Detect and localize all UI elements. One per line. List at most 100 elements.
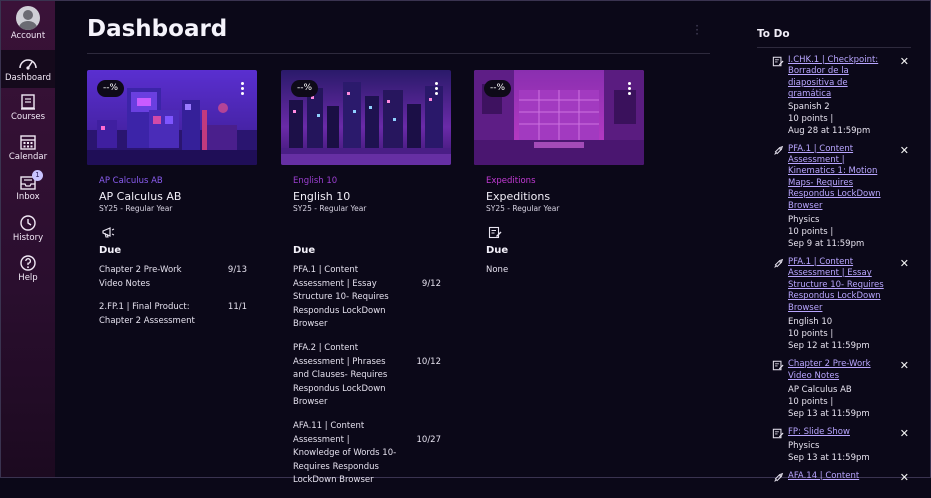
dashboard-options-icon[interactable]: · · · bbox=[693, 20, 701, 40]
nav-dashboard[interactable]: Dashboard bbox=[1, 50, 55, 88]
todo-item-link[interactable]: PFA.1 | Content Assessment | Essay Struc… bbox=[788, 257, 888, 314]
announcements-button[interactable] bbox=[101, 224, 257, 238]
todo-item-points: 10 points | bbox=[788, 396, 834, 407]
card-actions-empty bbox=[295, 224, 451, 238]
due-item-date: 9/13 bbox=[227, 265, 247, 275]
assignments-button[interactable] bbox=[488, 224, 644, 239]
nav-label: Courses bbox=[10, 112, 46, 122]
nav-help[interactable]: Help bbox=[1, 254, 55, 288]
course-card-image[interactable]: --% bbox=[474, 70, 644, 165]
announcement-icon bbox=[102, 227, 115, 238]
course-code-link[interactable]: English 10 bbox=[293, 176, 451, 186]
due-item-title[interactable]: 2.FP.1 | Final Product: Chapter 2 Assess… bbox=[99, 301, 203, 328]
due-list: PFA.1 | Content Assessment | Essay Struc… bbox=[293, 264, 441, 488]
dismiss-icon[interactable]: ✕ bbox=[900, 144, 909, 157]
todo-item: ✕ I.CHK.1 | Checkpoint: Borrador de la d… bbox=[757, 55, 911, 137]
due-heading: Due bbox=[99, 245, 122, 256]
course-term: SY25 - Regular Year bbox=[486, 204, 560, 213]
nav-courses[interactable]: Courses bbox=[1, 93, 55, 127]
todo-item: ✕ FP: Slide Show Physics Sep 13 at 11:59… bbox=[757, 427, 911, 464]
course-card-image[interactable]: --% bbox=[87, 70, 257, 165]
dashboard-icon bbox=[19, 59, 37, 70]
nav-history[interactable]: History bbox=[1, 214, 55, 248]
due-item[interactable]: 2.FP.1 | Final Product: Chapter 2 Assess… bbox=[99, 301, 247, 328]
todo-item-course: Physics bbox=[788, 215, 820, 226]
course-card[interactable]: --% English 10 English 10 SY25 - Regular… bbox=[281, 70, 451, 498]
todo-item-due: Sep 12 at 11:59pm bbox=[788, 341, 870, 352]
todo-item-due: Sep 13 at 11:59pm bbox=[788, 408, 870, 419]
todo-item-link[interactable]: AFA.14 | Content bbox=[788, 471, 888, 482]
due-item-title[interactable]: PFA.1 | Content Assessment | Essay Struc… bbox=[293, 264, 397, 332]
todo-divider bbox=[757, 47, 911, 48]
due-list: Chapter 2 Pre-Work Video Notes 9/13 2.FP.… bbox=[99, 264, 247, 328]
due-item[interactable]: PFA.2 | Content Assessment | Phrases and… bbox=[293, 342, 441, 410]
card-options-icon[interactable] bbox=[435, 82, 439, 95]
grade-pill: --% bbox=[484, 80, 512, 97]
course-code-link[interactable]: AP Calculus AB bbox=[99, 176, 257, 186]
todo-item-link[interactable]: Chapter 2 Pre-Work Video Notes bbox=[788, 359, 888, 382]
nav-label: Calendar bbox=[8, 152, 48, 162]
todo-item-points: 10 points | bbox=[788, 113, 834, 124]
todo-item: ✕ PFA.1 | Content Assessment | Kinematic… bbox=[757, 144, 911, 250]
global-nav: Account Dashboard Courses Calendar 1 Inb… bbox=[1, 1, 55, 477]
todo-item-link[interactable]: PFA.1 | Content Assessment | Kinematics … bbox=[788, 144, 888, 212]
page-title: Dashboard bbox=[87, 16, 228, 42]
todo-item: ✕ Chapter 2 Pre-Work Video Notes AP Calc… bbox=[757, 359, 911, 420]
todo-item-link[interactable]: FP: Slide Show bbox=[788, 427, 888, 438]
courses-icon bbox=[21, 94, 35, 110]
course-card[interactable]: --% AP Calculus AB AP Calculus AB SY25 -… bbox=[87, 70, 257, 338]
avatar-icon bbox=[16, 6, 40, 30]
todo-item-due: Aug 28 at 11:59pm bbox=[788, 125, 871, 136]
course-name: English 10 bbox=[293, 190, 351, 203]
dismiss-icon[interactable]: ✕ bbox=[900, 427, 909, 440]
todo-item-course: Spanish 2 bbox=[788, 101, 830, 112]
quiz-icon bbox=[774, 473, 784, 483]
due-item-title[interactable]: PFA.2 | Content Assessment | Phrases and… bbox=[293, 342, 397, 410]
assignment-icon bbox=[772, 428, 784, 439]
course-name: Expeditions bbox=[486, 190, 551, 203]
due-item-date: 11/1 bbox=[227, 302, 247, 313]
nav-calendar[interactable]: Calendar bbox=[1, 133, 55, 167]
due-item-date: 9/12 bbox=[421, 279, 441, 289]
todo-item-points: 10 points | bbox=[788, 329, 834, 340]
course-code-link[interactable]: Expeditions bbox=[486, 176, 644, 186]
todo-heading: To Do bbox=[757, 28, 790, 40]
due-none-text: None bbox=[486, 265, 509, 275]
course-name: AP Calculus AB bbox=[99, 190, 182, 203]
course-term: SY25 - Regular Year bbox=[99, 204, 173, 213]
todo-item-course: AP Calculus AB bbox=[788, 384, 852, 395]
due-item-title[interactable]: Chapter 2 Pre-Work Video Notes bbox=[99, 264, 203, 291]
dismiss-icon[interactable]: ✕ bbox=[900, 55, 909, 68]
title-divider bbox=[87, 53, 710, 54]
assignment-icon bbox=[772, 360, 784, 371]
course-card[interactable]: --% Expeditions Expeditions SY25 - Regul… bbox=[474, 70, 644, 288]
card-options-icon[interactable] bbox=[628, 82, 632, 95]
dismiss-icon[interactable]: ✕ bbox=[900, 359, 909, 372]
assignment-icon bbox=[488, 226, 502, 239]
todo-item: ✕ AFA.14 | Content bbox=[757, 471, 911, 484]
due-list: None bbox=[486, 264, 634, 278]
due-item-date: 10/12 bbox=[416, 356, 442, 367]
todo-item-points: 10 points | bbox=[788, 227, 834, 238]
nav-inbox[interactable]: 1 Inbox bbox=[1, 170, 55, 207]
due-item[interactable]: Chapter 2 Pre-Work Video Notes 9/13 bbox=[99, 264, 247, 291]
todo-sidebar: To Do ✕ I.CHK.1 | Checkpoint: Borrador d… bbox=[757, 28, 911, 484]
due-item[interactable]: PFA.1 | Content Assessment | Essay Struc… bbox=[293, 264, 441, 332]
nav-label: History bbox=[12, 233, 44, 243]
nav-label: Inbox bbox=[16, 192, 40, 202]
nav-account[interactable]: Account bbox=[1, 6, 55, 44]
quiz-icon bbox=[774, 145, 784, 155]
due-heading: Due bbox=[486, 245, 509, 256]
todo-item-course: Physics bbox=[788, 441, 820, 452]
nav-label: Dashboard bbox=[4, 73, 52, 83]
grade-pill: --% bbox=[97, 80, 125, 97]
todo-item-due: Sep 9 at 11:59pm bbox=[788, 239, 865, 250]
dismiss-icon[interactable]: ✕ bbox=[900, 257, 909, 270]
course-card-image[interactable]: --% bbox=[281, 70, 451, 165]
todo-item-due: Sep 13 at 11:59pm bbox=[788, 453, 870, 464]
assignment-icon bbox=[772, 56, 784, 67]
card-options-icon[interactable] bbox=[241, 82, 245, 95]
due-empty: None bbox=[486, 264, 634, 278]
help-icon bbox=[20, 255, 36, 271]
todo-item-link[interactable]: I.CHK.1 | Checkpoint: Borrador de la dia… bbox=[788, 55, 888, 101]
